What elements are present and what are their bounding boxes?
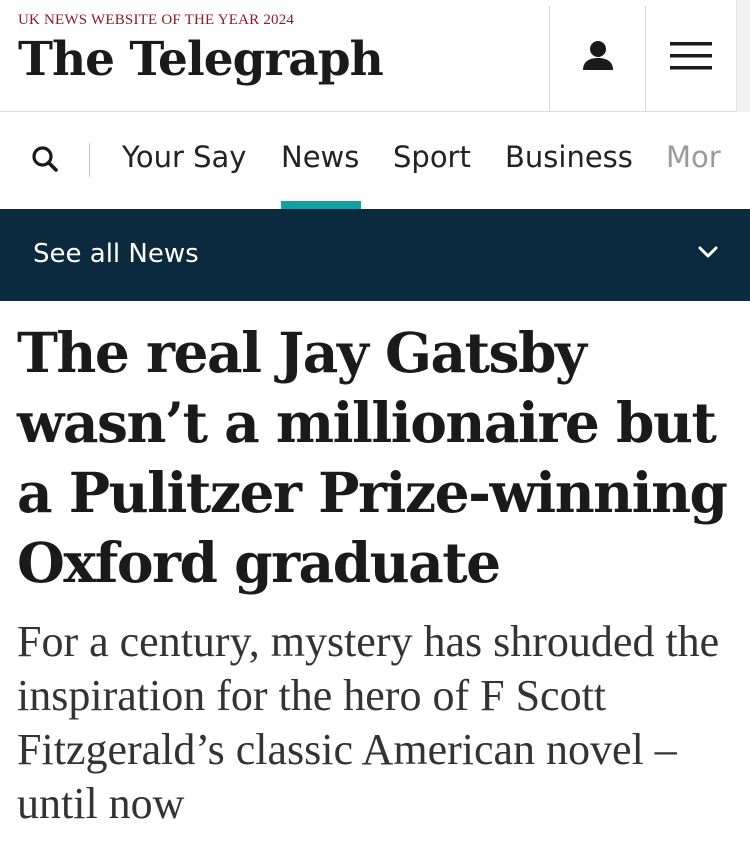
- nav-item-sport[interactable]: Sport: [393, 138, 471, 176]
- hamburger-menu-icon: [670, 41, 712, 76]
- masthead-branding: UK NEWS WEBSITE OF THE YEAR 2024 The Tel…: [18, 12, 384, 87]
- nav-divider: [89, 143, 90, 177]
- search-icon[interactable]: [30, 144, 62, 176]
- section-dropdown[interactable]: See all News: [0, 209, 750, 301]
- chevron-down-icon: [696, 244, 720, 265]
- article-standfirst: For a century, mystery has shrouded the …: [17, 617, 720, 828]
- nav-item-business[interactable]: Business: [505, 138, 633, 176]
- nav-item-news[interactable]: News: [281, 138, 359, 176]
- nav-item-more[interactable]: Mor: [666, 138, 721, 176]
- menu-button[interactable]: [646, 6, 736, 111]
- person-icon: [581, 39, 615, 78]
- masthead: UK NEWS WEBSITE OF THE YEAR 2024 The Tel…: [0, 0, 750, 112]
- award-banner: UK NEWS WEBSITE OF THE YEAR 2024: [18, 12, 295, 28]
- nav-active-indicator: [281, 201, 361, 209]
- bottom-fade: [0, 832, 750, 847]
- nav-item-your-say[interactable]: Your Say: [122, 138, 246, 176]
- main-nav: Your Say News Sport Business Mor: [0, 112, 750, 209]
- site-logo[interactable]: The Telegraph: [18, 33, 384, 87]
- article-headline: The real Jay Gatsby wasn’t a millionaire…: [17, 320, 728, 595]
- scroll-edge: [736, 0, 750, 112]
- account-button[interactable]: [550, 6, 645, 111]
- section-dropdown-label: See all News: [33, 239, 199, 269]
